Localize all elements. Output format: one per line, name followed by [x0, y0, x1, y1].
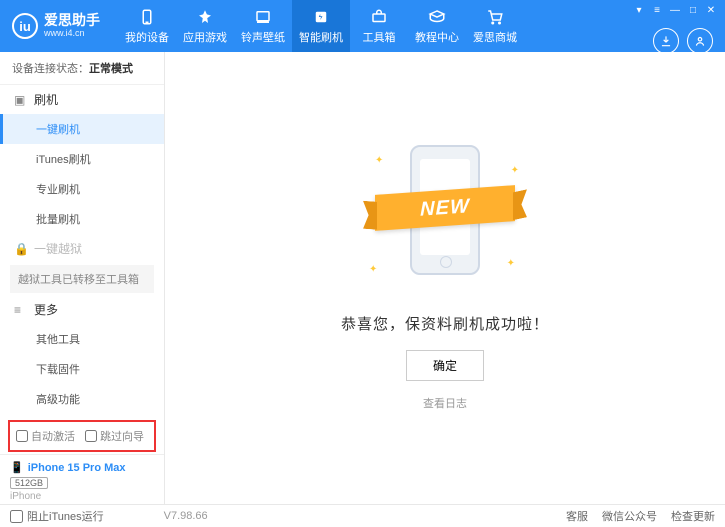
nav-tutorial-center[interactable]: 教程中心: [408, 0, 466, 52]
new-banner: NEW: [375, 185, 515, 231]
connection-status: 设备连接状态：正常模式: [0, 52, 164, 85]
success-message: 恭喜您，保资料刷机成功啦！: [341, 313, 549, 334]
device-info[interactable]: 📱 iPhone 15 Pro Max 512GB iPhone: [0, 454, 164, 508]
device-name: 📱 iPhone 15 Pro Max: [10, 461, 154, 474]
nav-ringtone-wallpaper[interactable]: 铃声壁纸: [234, 0, 292, 52]
maximize-button[interactable]: □: [685, 3, 701, 17]
flash-group-icon: ▣: [14, 93, 28, 107]
device-icon: [138, 8, 156, 26]
sidebar-item-batch-flash[interactable]: 批量刷机: [0, 204, 164, 234]
footer-support[interactable]: 客服: [566, 508, 588, 524]
device-storage-badge: 512GB: [10, 477, 48, 489]
main-nav: 我的设备 应用游戏 铃声壁纸 智能刷机 工具箱 教程中心 爱思商城: [118, 0, 524, 52]
media-icon: [254, 8, 272, 26]
nav-apps-games[interactable]: 应用游戏: [176, 0, 234, 52]
app-header: iu 爱思助手 www.i4.cn 我的设备 应用游戏 铃声壁纸 智能刷机 工具…: [0, 0, 725, 52]
footer-wechat[interactable]: 微信公众号: [602, 508, 657, 524]
device-type: iPhone: [10, 491, 154, 502]
success-illustration: NEW ✦ ✦ ✦ ✦: [355, 135, 535, 295]
ok-button[interactable]: 确定: [406, 350, 484, 381]
window-controls: ▾ ≡ — □ ✕: [625, 0, 725, 20]
flash-icon: [312, 8, 330, 26]
sidebar-group-more[interactable]: ≡ 更多: [0, 295, 164, 324]
close-button[interactable]: ✕: [703, 3, 719, 17]
nav-toolbox[interactable]: 工具箱: [350, 0, 408, 52]
menu-button[interactable]: ▾: [631, 3, 647, 17]
apps-icon: [196, 8, 214, 26]
lock-icon: 🔒: [14, 242, 28, 256]
nav-shop[interactable]: 爱思商城: [466, 0, 524, 52]
sidebar-group-jailbreak[interactable]: 🔒 一键越狱: [0, 234, 164, 263]
app-url: www.i4.cn: [44, 29, 100, 39]
nav-smart-flash[interactable]: 智能刷机: [292, 0, 350, 52]
minimize-button[interactable]: —: [667, 3, 683, 17]
more-icon: ≡: [14, 303, 28, 317]
checkbox-skip-guide[interactable]: 跳过向导: [85, 428, 144, 444]
sidebar-item-download-firmware[interactable]: 下载固件: [0, 354, 164, 384]
list-button[interactable]: ≡: [649, 3, 665, 17]
user-button[interactable]: [687, 28, 713, 54]
logo-area: iu 爱思助手 www.i4.cn: [0, 13, 112, 39]
logo-icon: iu: [12, 13, 38, 39]
footer-check-update[interactable]: 检查更新: [671, 508, 715, 524]
sidebar: 设备连接状态：正常模式 ▣ 刷机 一键刷机 iTunes刷机 专业刷机 批量刷机…: [0, 52, 165, 504]
checkbox-auto-activate[interactable]: 自动激活: [16, 428, 75, 444]
sidebar-item-itunes-flash[interactable]: iTunes刷机: [0, 144, 164, 174]
block-itunes-checkbox[interactable]: 阻止iTunes运行: [10, 508, 104, 524]
sidebar-item-other-tools[interactable]: 其他工具: [0, 324, 164, 354]
shop-icon: [486, 8, 504, 26]
sidebar-item-pro-flash[interactable]: 专业刷机: [0, 174, 164, 204]
nav-my-device[interactable]: 我的设备: [118, 0, 176, 52]
phone-icon: 📱: [10, 461, 24, 474]
view-log-link[interactable]: 查看日志: [423, 395, 467, 411]
main-content: NEW ✦ ✦ ✦ ✦ 恭喜您，保资料刷机成功啦！ 确定 查看日志: [165, 52, 725, 504]
sidebar-item-one-click-flash[interactable]: 一键刷机: [0, 114, 164, 144]
sidebar-item-advanced[interactable]: 高级功能: [0, 384, 164, 414]
sidebar-group-flash[interactable]: ▣ 刷机: [0, 85, 164, 114]
options-highlight-box: 自动激活 跳过向导: [8, 420, 156, 452]
download-button[interactable]: [653, 28, 679, 54]
tutorial-icon: [428, 8, 446, 26]
version-label: V7.98.66: [164, 510, 208, 522]
app-name: 爱思助手: [44, 13, 100, 28]
tools-icon: [370, 8, 388, 26]
jailbreak-moved-note: 越狱工具已转移至工具箱: [10, 265, 154, 293]
